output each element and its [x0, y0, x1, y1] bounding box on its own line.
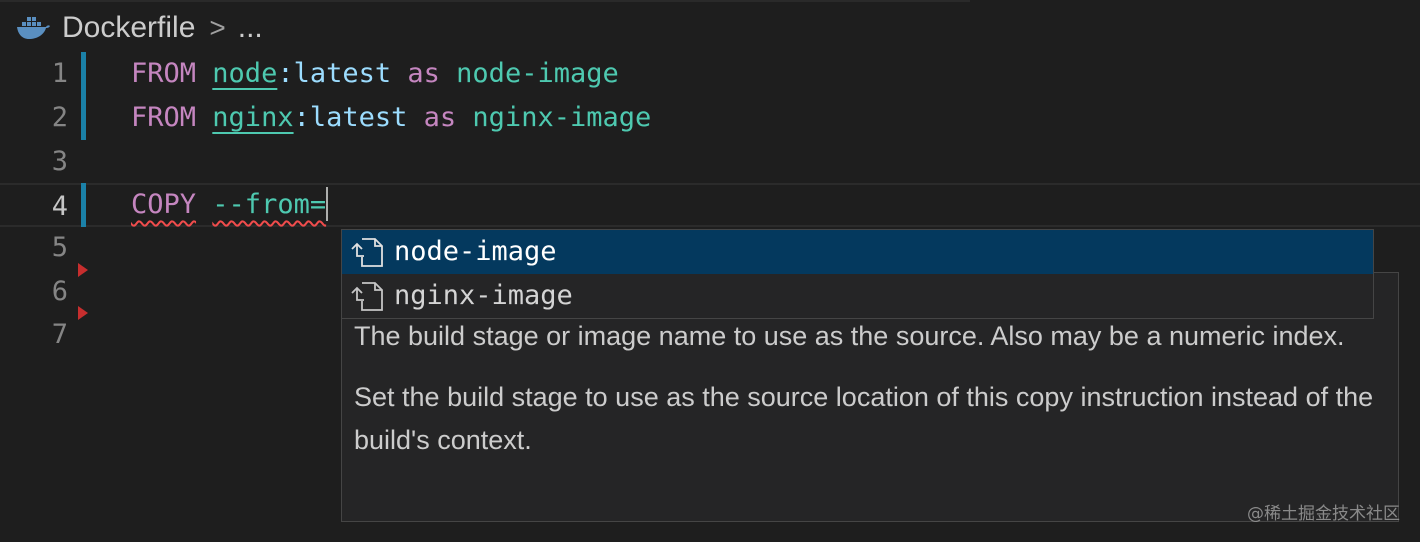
line-number: 1	[51, 58, 68, 89]
git-modified-indicator[interactable]	[81, 96, 86, 140]
token-keyword: FROM	[131, 102, 197, 133]
token-keyword: as	[407, 58, 440, 89]
code-line-3[interactable]: 3	[0, 140, 1420, 184]
docker-whale-icon	[17, 17, 50, 39]
watermark: @稀土掘金技术社区	[1247, 504, 1400, 524]
token-stage-name: node-image	[456, 58, 619, 89]
suggestion-label: nginx-image	[394, 280, 573, 311]
details-description: The build stage or image name to use as …	[354, 321, 1345, 351]
code-text[interactable]: FROM nginx:latest as nginx-image	[131, 96, 651, 140]
suggestion-item-node-image[interactable]: node-image	[342, 230, 1373, 274]
code-line-2[interactable]: 2 FROM nginx:latest as nginx-image	[0, 96, 1420, 140]
token-flag-error: --from=	[212, 189, 327, 220]
line-number: 7	[51, 319, 68, 350]
token-keyword-error: COPY	[131, 189, 197, 220]
line-number: 5	[51, 232, 68, 263]
line-number: 6	[51, 276, 68, 307]
token-image[interactable]: node	[212, 58, 277, 89]
breadcrumb-more[interactable]: ...	[238, 11, 263, 45]
git-added-indicator[interactable]	[81, 183, 86, 227]
line-number: 3	[51, 146, 68, 177]
suggestion-list[interactable]: node-image nginx-image	[341, 229, 1374, 319]
suggestion-label: node-image	[394, 236, 557, 267]
file-reference-icon	[351, 238, 383, 267]
breadcrumb: Dockerfile > ...	[0, 0, 1420, 56]
file-reference-icon	[351, 282, 383, 311]
code-line-1[interactable]: 1 FROM node:latest as node-image	[0, 52, 1420, 96]
git-modified-indicator[interactable]	[81, 52, 86, 96]
code-line-4[interactable]: 4 COPY --from=	[0, 183, 1420, 227]
breadcrumb-file-name[interactable]: Dockerfile	[62, 11, 195, 45]
line-number: 2	[51, 102, 68, 133]
details-documentation: Set the build stage to use as the source…	[354, 382, 1374, 455]
suggestion-item-nginx-image[interactable]: nginx-image	[342, 274, 1373, 318]
token-keyword: as	[423, 102, 457, 133]
code-text[interactable]: COPY --from=	[131, 183, 329, 227]
token-image[interactable]: nginx	[212, 102, 293, 133]
token-tag: :latest	[277, 58, 392, 89]
breadcrumb-separator: >	[209, 12, 226, 43]
token-keyword: FROM	[131, 58, 197, 89]
line-number: 4	[51, 191, 68, 222]
token-stage-name: nginx-image	[472, 102, 652, 133]
code-text[interactable]: FROM node:latest as node-image	[131, 52, 619, 96]
text-cursor	[326, 186, 329, 221]
token-tag: :latest	[293, 102, 408, 133]
